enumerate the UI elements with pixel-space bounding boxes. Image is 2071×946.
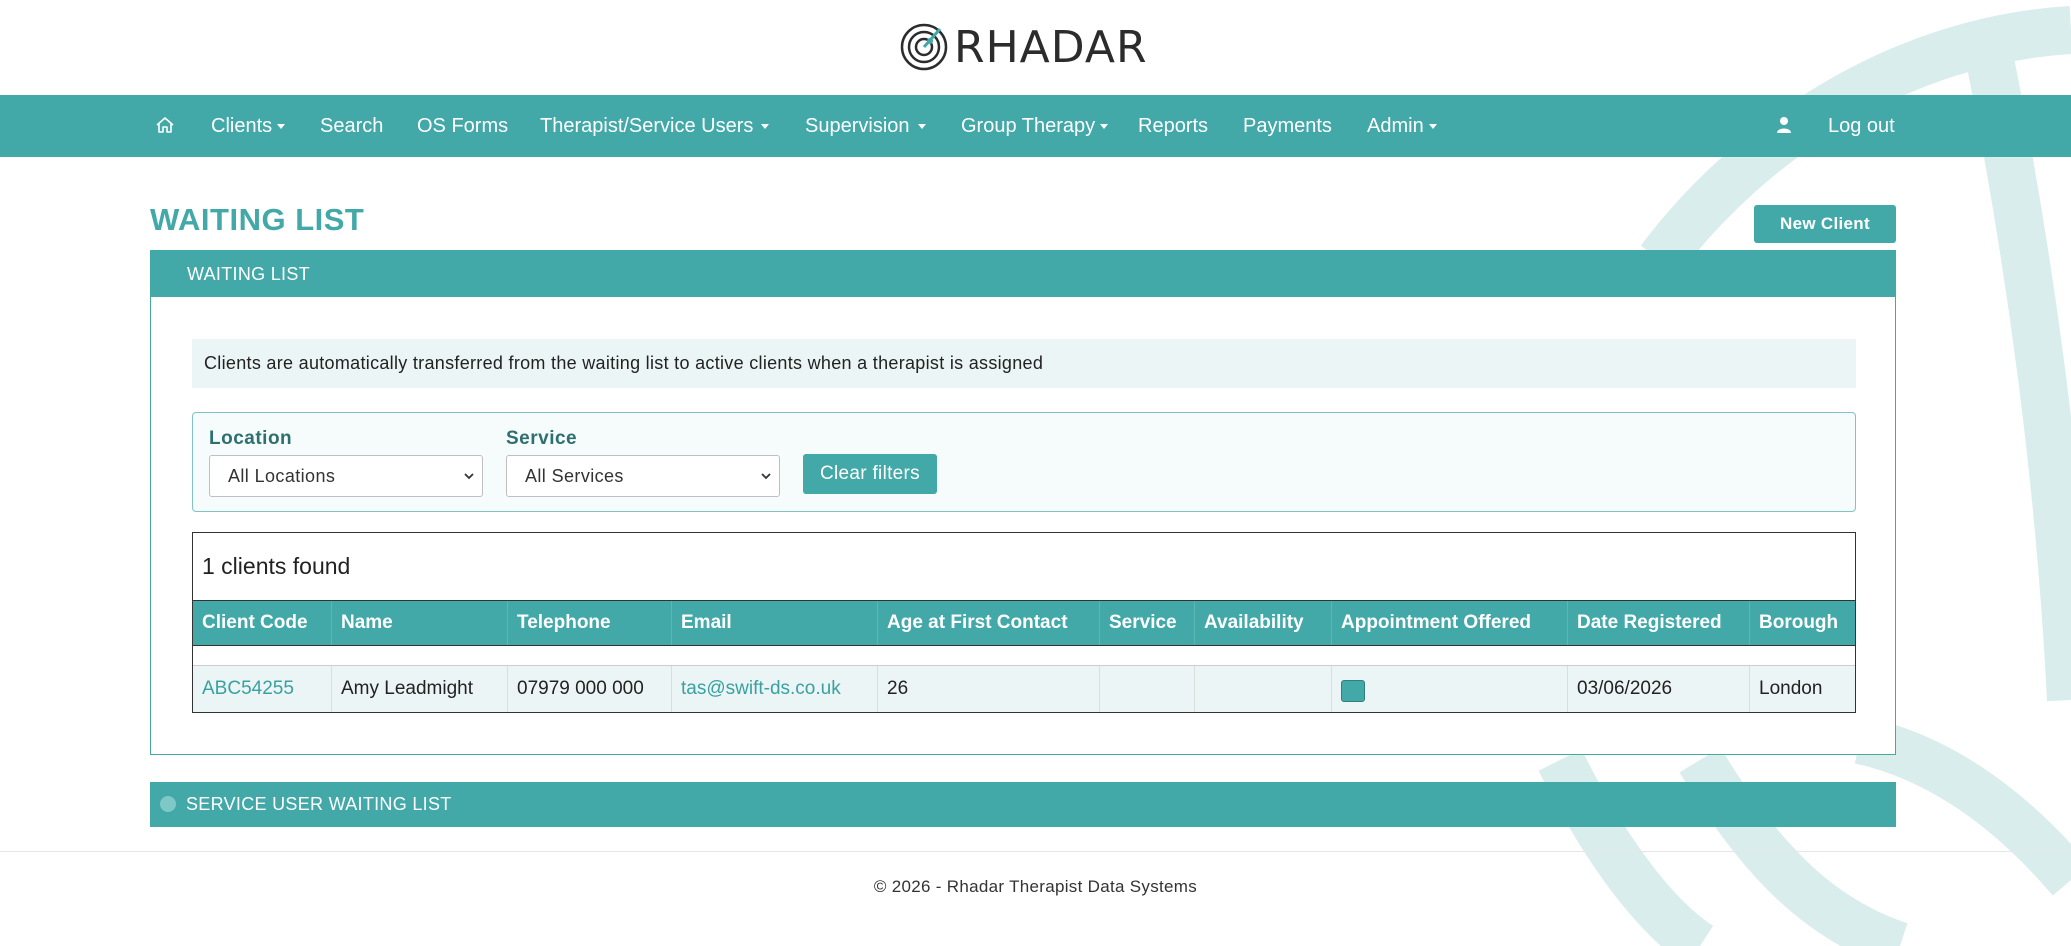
radar-icon bbox=[900, 23, 948, 71]
service-label: Service bbox=[506, 428, 578, 449]
column-header-service[interactable]: Service bbox=[1100, 601, 1195, 645]
main-navbar: Clients Search OS Forms Therapist/Servic… bbox=[0, 95, 2071, 157]
waiting-list-panel: WAITING LIST Clients are automatically t… bbox=[150, 250, 1896, 755]
chevron-down-icon bbox=[761, 473, 771, 480]
chevron-down-icon bbox=[1100, 124, 1109, 130]
service-user-panel-heading: SERVICE USER WAITING LIST bbox=[186, 794, 452, 814]
nav-supervision[interactable]: Supervision bbox=[805, 95, 926, 157]
service-select[interactable]: All Services bbox=[506, 455, 780, 497]
nav-os-forms[interactable]: OS Forms bbox=[417, 95, 508, 157]
appointment-offered-checkbox[interactable] bbox=[1341, 680, 1365, 702]
nav-search[interactable]: Search bbox=[320, 95, 383, 157]
service-select-value: All Services bbox=[525, 466, 624, 486]
client-email-link[interactable]: tas@swift-ds.co.uk bbox=[672, 666, 878, 712]
column-header-appointment-offered[interactable]: Appointment Offered bbox=[1332, 601, 1568, 645]
nav-payments[interactable]: Payments bbox=[1243, 95, 1332, 157]
table-spacer-row bbox=[193, 646, 1855, 666]
column-header-age[interactable]: Age at First Contact bbox=[878, 601, 1100, 645]
column-header-client-code[interactable]: Client Code bbox=[193, 601, 332, 645]
footer-divider bbox=[0, 851, 2071, 852]
nav-payments-label: Payments bbox=[1243, 115, 1332, 137]
results-count: 1 clients found bbox=[202, 553, 351, 579]
nav-group-therapy-label: Group Therapy bbox=[961, 115, 1096, 137]
clear-filters-button[interactable]: Clear filters bbox=[803, 454, 937, 494]
column-header-borough[interactable]: Borough bbox=[1750, 601, 1855, 645]
brand-name: RHADAR bbox=[954, 21, 1148, 73]
nav-clients-label: Clients bbox=[211, 115, 273, 137]
filter-box: Location All Locations Service All Servi… bbox=[192, 412, 1856, 512]
appointment-offered-cell bbox=[1332, 666, 1568, 712]
nav-reports-label: Reports bbox=[1138, 115, 1209, 137]
nav-admin-label: Admin bbox=[1367, 115, 1424, 137]
home-icon[interactable] bbox=[155, 95, 175, 157]
brand-logo[interactable]: RHADAR bbox=[900, 21, 1148, 73]
client-availability bbox=[1195, 666, 1332, 712]
expand-icon bbox=[160, 796, 176, 812]
waiting-list-panel-header[interactable]: WAITING LIST bbox=[151, 251, 1895, 297]
chevron-down-icon bbox=[1428, 124, 1437, 130]
table-row: ABC54255 Amy Leadmight 07979 000 000 tas… bbox=[193, 666, 1855, 712]
client-service bbox=[1100, 666, 1195, 712]
client-code-link[interactable]: ABC54255 bbox=[193, 666, 332, 712]
logout-link[interactable]: Log out bbox=[1828, 95, 1895, 157]
chevron-down-icon bbox=[277, 124, 286, 130]
nav-search-label: Search bbox=[320, 115, 384, 137]
column-header-date-registered[interactable]: Date Registered bbox=[1568, 601, 1750, 645]
client-age: 26 bbox=[878, 666, 1100, 712]
nav-supervision-label: Supervision bbox=[805, 115, 910, 137]
column-header-availability[interactable]: Availability bbox=[1195, 601, 1332, 645]
column-header-telephone[interactable]: Telephone bbox=[508, 601, 672, 645]
column-header-name[interactable]: Name bbox=[332, 601, 508, 645]
chevron-down-icon bbox=[761, 124, 770, 130]
results-table: 1 clients found Client Code Name Telepho… bbox=[192, 532, 1856, 713]
new-client-button[interactable]: New Client bbox=[1754, 205, 1896, 243]
location-select-value: All Locations bbox=[228, 466, 336, 486]
service-user-waiting-list-panel[interactable]: SERVICE USER WAITING LIST bbox=[150, 782, 1896, 827]
nav-admin[interactable]: Admin bbox=[1367, 95, 1437, 157]
nav-therapist-service-users[interactable]: Therapist/Service Users bbox=[540, 95, 770, 157]
table-header: Client Code Name Telephone Email Age at … bbox=[193, 600, 1855, 646]
user-icon[interactable] bbox=[1776, 95, 1792, 157]
nav-therapist-label: Therapist/Service Users bbox=[540, 115, 754, 137]
location-label: Location bbox=[209, 428, 293, 449]
chevron-down-icon bbox=[464, 473, 474, 480]
nav-clients[interactable]: Clients bbox=[211, 95, 286, 157]
client-borough: London bbox=[1759, 678, 1823, 699]
chevron-down-icon bbox=[917, 124, 926, 130]
client-telephone: 07979 000 000 bbox=[508, 666, 672, 712]
nav-group-therapy[interactable]: Group Therapy bbox=[961, 95, 1109, 157]
page-title: WAITING LIST bbox=[150, 202, 365, 237]
nav-reports[interactable]: Reports bbox=[1138, 95, 1208, 157]
info-message: Clients are automatically transferred fr… bbox=[192, 339, 1856, 388]
client-date-registered: 03/06/2026 bbox=[1568, 666, 1750, 712]
nav-os-forms-label: OS Forms bbox=[417, 115, 509, 137]
client-name: Amy Leadmight bbox=[332, 666, 508, 712]
footer-text: © 2026 - Rhadar Therapist Data Systems bbox=[873, 877, 1198, 896]
column-header-email[interactable]: Email bbox=[672, 601, 878, 645]
location-select[interactable]: All Locations bbox=[209, 455, 483, 497]
logo-bar: RHADAR bbox=[0, 0, 2071, 95]
